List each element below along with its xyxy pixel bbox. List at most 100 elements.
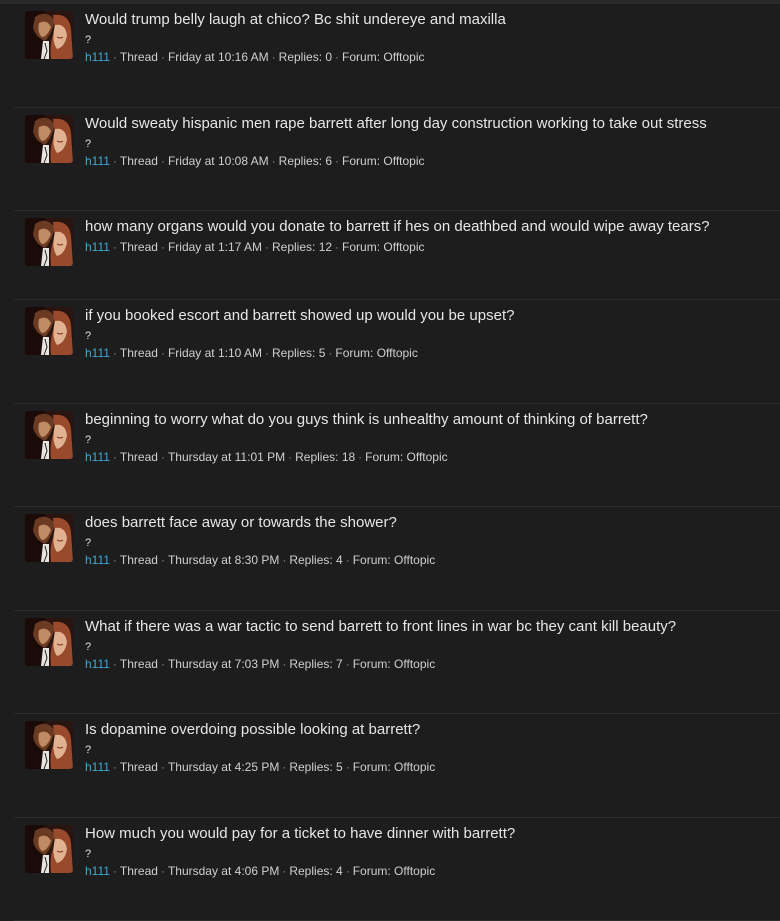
forum-link[interactable]: Forum: Offtopic	[353, 760, 435, 774]
separator: ·	[158, 553, 168, 567]
thread-row: Is dopamine overdoing possible looking a…	[14, 714, 780, 818]
thread-title[interactable]: How much you would pay for a ticket to h…	[85, 824, 776, 844]
thread-title[interactable]: Is dopamine overdoing possible looking a…	[85, 720, 776, 740]
separator: ·	[269, 50, 279, 64]
thread-meta: h111·Thread·Friday at 1:10 AM·Replies: 5…	[85, 346, 776, 360]
user-avatar[interactable]	[25, 115, 73, 163]
avatar-image	[25, 411, 73, 459]
post-time: Thursday at 8:30 PM	[168, 553, 279, 567]
separator: ·	[332, 240, 342, 254]
thread-snippet: ?	[85, 848, 776, 861]
author-link[interactable]: h111	[85, 450, 110, 464]
content-type: Thread	[120, 760, 158, 774]
author-link[interactable]: h111	[85, 154, 110, 168]
content-type: Thread	[120, 450, 158, 464]
separator: ·	[279, 657, 289, 671]
separator: ·	[262, 346, 272, 360]
separator: ·	[262, 240, 272, 254]
thread-meta: h111·Thread·Thursday at 4:25 PM·Replies:…	[85, 760, 776, 774]
reply-count: Replies: 7	[289, 657, 342, 671]
thread-title[interactable]: Would trump belly laugh at chico? Bc shi…	[85, 10, 776, 30]
thread-snippet: ?	[85, 641, 776, 654]
separator: ·	[279, 760, 289, 774]
content-type: Thread	[120, 346, 158, 360]
separator: ·	[279, 553, 289, 567]
thread-row: does barrett face away or towards the sh…	[14, 507, 780, 611]
content-type: Thread	[120, 864, 158, 878]
forum-link[interactable]: Forum: Offtopic	[342, 240, 424, 254]
separator: ·	[158, 450, 168, 464]
user-avatar[interactable]	[25, 514, 73, 562]
reply-count: Replies: 12	[272, 240, 332, 254]
user-avatar[interactable]	[25, 825, 73, 873]
author-link[interactable]: h111	[85, 50, 110, 64]
thread-snippet: ?	[85, 744, 776, 757]
avatar-image	[25, 514, 73, 562]
thread-meta: h111·Thread·Friday at 1:17 AM·Replies: 1…	[85, 240, 776, 254]
post-time: Thursday at 4:25 PM	[168, 760, 279, 774]
thread-title[interactable]: how many organs would you donate to barr…	[85, 217, 776, 237]
post-time: Friday at 1:10 AM	[168, 346, 262, 360]
thread-snippet: ?	[85, 34, 776, 47]
reply-count: Replies: 5	[272, 346, 325, 360]
forum-link[interactable]: Forum: Offtopic	[353, 864, 435, 878]
forum-link[interactable]: Forum: Offtopic	[342, 154, 424, 168]
avatar-image	[25, 618, 73, 666]
user-avatar[interactable]	[25, 618, 73, 666]
separator: ·	[110, 657, 120, 671]
content-type: Thread	[120, 240, 158, 254]
separator: ·	[343, 760, 353, 774]
thread-meta: h111·Thread·Thursday at 4:06 PM·Replies:…	[85, 864, 776, 878]
author-link[interactable]: h111	[85, 760, 110, 774]
forum-link[interactable]: Forum: Offtopic	[353, 553, 435, 567]
forum-link[interactable]: Forum: Offtopic	[365, 450, 447, 464]
separator: ·	[158, 346, 168, 360]
thread-title[interactable]: does barrett face away or towards the sh…	[85, 513, 776, 533]
thread-meta: h111·Thread·Friday at 10:16 AM·Replies: …	[85, 50, 776, 64]
user-avatar[interactable]	[25, 11, 73, 59]
thread-title[interactable]: What if there was a war tactic to send b…	[85, 617, 776, 637]
user-avatar[interactable]	[25, 721, 73, 769]
post-time: Friday at 1:17 AM	[168, 240, 262, 254]
post-time: Friday at 10:08 AM	[168, 154, 269, 168]
thread-meta: h111·Thread·Friday at 10:08 AM·Replies: …	[85, 154, 776, 168]
separator: ·	[110, 760, 120, 774]
post-time: Thursday at 4:06 PM	[168, 864, 279, 878]
author-link[interactable]: h111	[85, 864, 110, 878]
user-avatar[interactable]	[25, 411, 73, 459]
separator: ·	[279, 864, 289, 878]
forum-link[interactable]: Forum: Offtopic	[342, 50, 424, 64]
author-link[interactable]: h111	[85, 657, 110, 671]
separator: ·	[158, 864, 168, 878]
author-link[interactable]: h111	[85, 553, 110, 567]
separator: ·	[110, 50, 120, 64]
separator: ·	[325, 346, 335, 360]
author-link[interactable]: h111	[85, 240, 110, 254]
post-time: Thursday at 11:01 PM	[168, 450, 285, 464]
separator: ·	[110, 346, 120, 360]
avatar-image	[25, 115, 73, 163]
thread-snippet: ?	[85, 434, 776, 447]
thread-row: What if there was a war tactic to send b…	[14, 611, 780, 715]
separator: ·	[269, 154, 279, 168]
author-link[interactable]: h111	[85, 346, 110, 360]
avatar-image	[25, 825, 73, 873]
separator: ·	[110, 553, 120, 567]
separator: ·	[285, 450, 295, 464]
reply-count: Replies: 4	[289, 553, 342, 567]
thread-snippet: ?	[85, 138, 776, 151]
post-time: Friday at 10:16 AM	[168, 50, 269, 64]
thread-title[interactable]: Would sweaty hispanic men rape barrett a…	[85, 114, 776, 134]
thread-meta: h111·Thread·Thursday at 7:03 PM·Replies:…	[85, 657, 776, 671]
thread-row: Would sweaty hispanic men rape barrett a…	[14, 108, 780, 212]
forum-link[interactable]: Forum: Offtopic	[335, 346, 417, 360]
separator: ·	[110, 450, 120, 464]
content-type: Thread	[120, 154, 158, 168]
thread-row: How much you would pay for a ticket to h…	[14, 818, 780, 921]
user-avatar[interactable]	[25, 218, 73, 266]
content-type: Thread	[120, 553, 158, 567]
thread-title[interactable]: if you booked escort and barrett showed …	[85, 306, 776, 326]
thread-title[interactable]: beginning to worry what do you guys thin…	[85, 410, 776, 430]
forum-link[interactable]: Forum: Offtopic	[353, 657, 435, 671]
user-avatar[interactable]	[25, 307, 73, 355]
